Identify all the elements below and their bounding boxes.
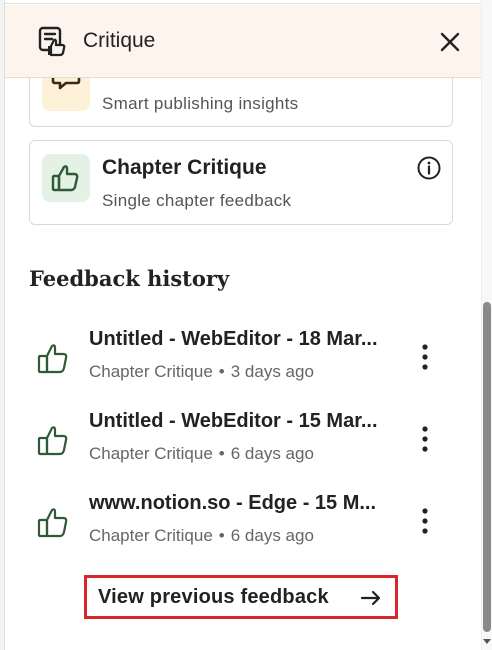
view-previous-feedback-label: View previous feedback bbox=[98, 585, 329, 608]
publishing-insights-card[interactable]: Smart publishing insights bbox=[29, 78, 453, 127]
history-item-title: Untitled - WebEditor - 15 Mar... bbox=[89, 410, 378, 432]
history-item-time: 3 days ago bbox=[230, 362, 314, 381]
top-strip bbox=[5, 0, 492, 4]
feedback-history-heading: Feedback history bbox=[29, 266, 230, 291]
history-item-title: Untitled - WebEditor - 18 Mar... bbox=[89, 328, 378, 350]
info-icon[interactable] bbox=[416, 155, 442, 181]
meta-separator: • bbox=[218, 526, 225, 545]
view-previous-feedback-button[interactable]: View previous feedback bbox=[84, 575, 398, 619]
more-options-icon[interactable] bbox=[415, 506, 435, 536]
scroll-down-arrow-icon[interactable] bbox=[482, 636, 492, 646]
history-item-type: Chapter Critique bbox=[89, 526, 213, 545]
history-item-meta: Chapter Critique • 6 days ago bbox=[89, 526, 314, 546]
thumbs-up-icon bbox=[37, 508, 68, 538]
thumbs-up-icon bbox=[51, 165, 79, 192]
card-subtitle: Smart publishing insights bbox=[102, 94, 299, 113]
more-options-icon[interactable] bbox=[415, 342, 435, 372]
meta-separator: • bbox=[218, 362, 225, 381]
thumbs-up-icon bbox=[37, 426, 68, 456]
close-icon[interactable] bbox=[437, 29, 463, 55]
history-item-type: Chapter Critique bbox=[89, 362, 213, 381]
thumbs-up-icon bbox=[37, 344, 68, 374]
more-options-icon[interactable] bbox=[415, 424, 435, 454]
card-icon-container bbox=[42, 78, 90, 111]
arrow-right-icon bbox=[360, 590, 381, 606]
panel-header: Critique bbox=[5, 5, 481, 78]
history-item-meta: Chapter Critique • 6 days ago bbox=[89, 444, 314, 464]
history-item[interactable]: Untitled - WebEditor - 18 Mar... Chapter… bbox=[29, 326, 459, 396]
history-item-title: www.notion.so - Edge - 15 M... bbox=[89, 492, 377, 514]
history-item-meta: Chapter Critique • 3 days ago bbox=[89, 362, 314, 382]
meta-separator: • bbox=[218, 444, 225, 463]
history-item[interactable]: www.notion.so - Edge - 15 M... Chapter C… bbox=[29, 490, 459, 560]
chapter-critique-card[interactable]: Chapter Critique Single chapter feedback bbox=[29, 140, 453, 225]
card-icon-container bbox=[42, 154, 90, 202]
history-item-type: Chapter Critique bbox=[89, 444, 213, 463]
history-item-time: 6 days ago bbox=[230, 444, 314, 463]
history-item[interactable]: Untitled - WebEditor - 15 Mar... Chapter… bbox=[29, 408, 459, 478]
card-title: Chapter Critique bbox=[102, 156, 267, 179]
critique-icon bbox=[38, 26, 66, 57]
history-item-time: 6 days ago bbox=[230, 526, 314, 545]
card-subtitle: Single chapter feedback bbox=[102, 191, 292, 210]
panel-title: Critique bbox=[83, 29, 156, 52]
megaphone-icon bbox=[51, 78, 81, 90]
scrollbar-thumb[interactable] bbox=[483, 302, 491, 632]
panel-content: Smart publishing insights Chapter Critiq… bbox=[5, 78, 481, 650]
